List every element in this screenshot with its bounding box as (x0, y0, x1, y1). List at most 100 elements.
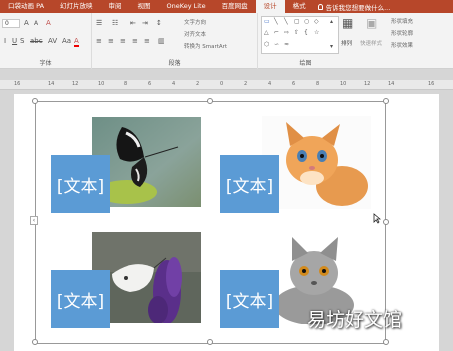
font-shrink-icon[interactable]: A (34, 20, 38, 28)
text-direction-button[interactable]: 文字方向 (184, 18, 206, 26)
oval-shape-icon[interactable]: ○ (304, 18, 309, 26)
resize-handle-top-left[interactable] (32, 98, 38, 104)
wave-shape-icon[interactable]: ≈ (284, 41, 289, 49)
decrease-indent-icon[interactable]: ⇤ (130, 19, 136, 27)
font-group: 0 A A A I U S abc AV Aa A 字体 (0, 13, 92, 69)
star-shape-icon[interactable]: ☆ (314, 29, 319, 37)
align-left-icon[interactable]: ≡ (96, 37, 102, 45)
numbering-icon[interactable]: ☷ (112, 19, 118, 27)
change-case-icon[interactable]: Aa (62, 37, 71, 45)
watermark-text: 易坊好文馆 (307, 309, 403, 331)
arrange-button[interactable]: 排列 (341, 39, 352, 47)
drawing-group: ▭ ╲ ╲ ▢ ○ ◇ △ ⌐ ⇨ ⇧ { ☆ ⬡ ∽ ≈ ▴ ▾ ▦ 排列 ▣… (258, 13, 453, 69)
up-arrow-shape-icon[interactable]: ⇧ (294, 29, 299, 37)
bracket-shape-icon[interactable]: ⌐ (274, 29, 279, 37)
shadow-icon[interactable]: S (20, 37, 24, 45)
strikethrough-icon[interactable]: abc (30, 37, 43, 45)
align-text-button[interactable]: 对齐文本 (184, 30, 206, 38)
ruler-label: 16 (14, 81, 21, 87)
ruler-label: 10 (98, 81, 105, 87)
mouse-cursor-icon (373, 213, 381, 224)
arrow-shape-icon[interactable]: ⇨ (284, 29, 289, 37)
tab-view[interactable]: 视图 (130, 0, 159, 13)
ruler-label: 4 (268, 81, 272, 87)
columns-icon[interactable]: ▥ (158, 37, 165, 45)
tab-onekey-lite[interactable]: OneKey Lite (159, 0, 214, 13)
bullets-icon[interactable]: ☰ (96, 19, 102, 27)
tell-me-text: 告诉我您想要做什么... (325, 3, 391, 12)
paragraph-group: ☰ ☷ ⇤ ⇥ ↕ ≡ ≡ ≡ ≡ ≡ ▥ 文字方向 对齐文本 转换为 Smar… (92, 13, 258, 69)
text-placeholder-box[interactable]: [文本] (51, 270, 110, 328)
paragraph-group-label: 段落 (168, 60, 181, 67)
tab-design[interactable]: 设计 (255, 0, 285, 13)
align-right-icon[interactable]: ≡ (120, 37, 126, 45)
char-spacing-icon[interactable]: AV (48, 37, 57, 45)
resize-handle-bottom-center[interactable] (207, 339, 213, 345)
shapes-gallery[interactable]: ▭ ╲ ╲ ▢ ○ ◇ △ ⌐ ⇨ ⇧ { ☆ ⬡ ∽ ≈ ▴ ▾ (261, 16, 339, 54)
gallery-scroll-up-icon[interactable]: ▴ (330, 18, 333, 26)
line-shape-icon-2[interactable]: ╲ (284, 18, 288, 26)
shape-effects-button[interactable]: 形状效果 (391, 41, 413, 49)
resize-handle-top-right[interactable] (383, 98, 389, 104)
ruler-label: 0 (220, 81, 224, 87)
text-placeholder-box[interactable]: [文本] (220, 155, 279, 213)
resize-handle-middle-right[interactable] (383, 219, 389, 225)
triangle-shape-icon[interactable]: △ (264, 29, 269, 37)
text-placeholder-box[interactable]: [文本] (51, 155, 110, 213)
collapse-arrow-icon[interactable]: ‹ (30, 216, 38, 225)
convert-smartart-button[interactable]: 转换为 SmartArt (184, 42, 227, 50)
lightbulb-icon (317, 3, 323, 10)
horizontal-ruler: 16 14 12 10 8 6 4 2 0 2 4 6 8 10 12 14 1… (0, 80, 453, 90)
align-center-icon[interactable]: ≡ (108, 37, 114, 45)
italic-icon[interactable]: I (4, 37, 6, 45)
increase-indent-icon[interactable]: ⇥ (142, 19, 148, 27)
shape-fill-button[interactable]: 形状填充 (391, 17, 413, 25)
tab-pocket-animation[interactable]: 口袋动画 PA (0, 0, 52, 13)
ruler-label: 6 (292, 81, 296, 87)
rectangle-shape-icon[interactable]: ▢ (294, 18, 300, 26)
quick-styles-button[interactable]: 快速样式 (360, 39, 382, 47)
ruler-label: 2 (196, 81, 200, 87)
ribbon-tab-bar: 口袋动画 PA 幻灯片放映 审阅 视图 OneKey Lite 百度网盘 设计 … (0, 0, 453, 13)
resize-handle-bottom-right[interactable] (383, 339, 389, 345)
brace-shape-icon[interactable]: { (304, 29, 308, 37)
tab-slide-show[interactable]: 幻灯片放映 (52, 0, 101, 13)
tab-format[interactable]: 格式 (285, 0, 314, 13)
gallery-more-icon[interactable]: ▾ (330, 43, 333, 51)
ruler-label: 6 (148, 81, 152, 87)
tell-me-box[interactable]: 告诉我您想要做什么... (317, 2, 391, 12)
curve-shape-icon[interactable]: ∽ (274, 41, 279, 49)
shape-outline-button[interactable]: 形状轮廓 (391, 29, 413, 37)
distributed-icon[interactable]: ≡ (144, 37, 150, 45)
underline-icon[interactable]: U (12, 37, 17, 45)
clear-format-icon[interactable]: A (46, 19, 51, 27)
ruler-label: 4 (172, 81, 176, 87)
ruler-label: 10 (340, 81, 347, 87)
callout-shape-icon[interactable]: ◇ (314, 18, 319, 26)
text-box-shape-icon[interactable]: ▭ (264, 18, 270, 26)
font-size-box[interactable]: 0 (2, 19, 20, 28)
ruler-label: 8 (316, 81, 320, 87)
hexagon-shape-icon[interactable]: ⬡ (264, 41, 269, 49)
resize-handle-bottom-left[interactable] (32, 339, 38, 345)
ruler-label: 14 (48, 81, 55, 87)
justify-icon[interactable]: ≡ (132, 37, 138, 45)
line-spacing-icon[interactable]: ↕ (156, 19, 162, 27)
font-grow-icon[interactable]: A (24, 19, 29, 27)
text-placeholder-box[interactable]: [文本] (220, 270, 279, 328)
ruler-label: 14 (388, 81, 395, 87)
tab-baidu-netdisk[interactable]: 百度网盘 (214, 0, 256, 13)
ruler-label: 2 (244, 81, 248, 87)
arrange-icon[interactable]: ▦ (342, 17, 353, 29)
drawing-group-label: 绘图 (299, 60, 312, 67)
ruler-label: 12 (364, 81, 371, 87)
line-shape-icon[interactable]: ╲ (274, 18, 278, 26)
font-group-label: 字体 (39, 60, 52, 67)
resize-handle-top-center[interactable] (207, 98, 213, 104)
font-color-icon[interactable]: A (74, 37, 79, 47)
quick-styles-icon[interactable]: ▣ (366, 17, 377, 29)
ruler-label: 12 (72, 81, 79, 87)
tab-review[interactable]: 审阅 (101, 0, 130, 13)
ribbon: 0 A A A I U S abc AV Aa A 字体 ☰ ☷ ⇤ ⇥ ↕ ≡… (0, 13, 453, 69)
ruler-label: 8 (124, 81, 128, 87)
